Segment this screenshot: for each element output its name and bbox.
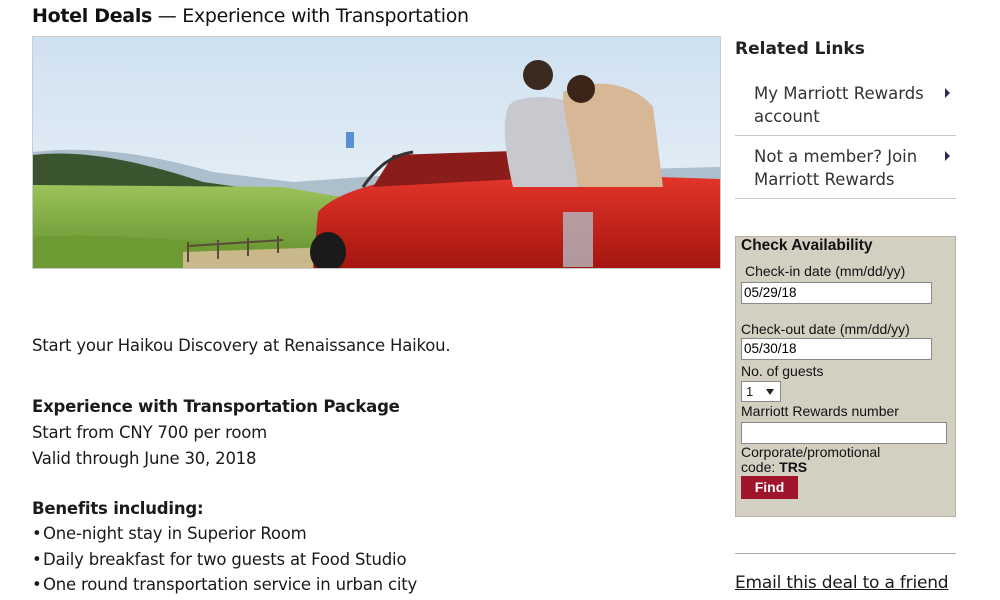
checkin-label: Check-in date (mm/dd/yy)	[745, 263, 906, 279]
page-title-rest: — Experience with Transportation	[152, 5, 469, 27]
page-title: Hotel Deals — Experience with Transporta…	[32, 5, 469, 27]
promo-label: Corporate/promotional	[741, 444, 881, 460]
checkout-date-field[interactable]: 05/30/18	[741, 338, 932, 360]
related-links-title: Related Links	[735, 39, 865, 59]
sidebar-divider	[735, 553, 956, 554]
email-deal-link[interactable]: Email this deal to a friend	[735, 573, 949, 593]
promo-code: TRS	[779, 459, 808, 475]
benefit-item: • One round transportation service in ur…	[32, 575, 418, 594]
related-link-label[interactable]: Not a member? Join Marriott Rewards	[735, 145, 956, 191]
benefits-title: Benefits including:	[32, 499, 204, 518]
guests-label: No. of guests	[741, 363, 824, 379]
benefit-text: One round transportation service in urba…	[42, 575, 418, 594]
price-line: Start from CNY 700 per room	[32, 423, 268, 442]
related-link-join-rewards[interactable]: Not a member? Join Marriott Rewards	[735, 145, 956, 199]
benefit-text: Daily breakfast for two guests at Food S…	[42, 550, 407, 569]
chevron-down-icon	[766, 389, 774, 395]
related-link-rewards-account[interactable]: My Marriott Rewards account	[735, 82, 956, 136]
hero-image	[32, 36, 721, 269]
benefit-text: One-night stay in Superior Room	[42, 524, 307, 543]
checkin-date-field[interactable]: 05/29/18	[741, 282, 932, 304]
page-title-bold: Hotel Deals	[32, 5, 153, 27]
caret-right-icon	[945, 151, 950, 161]
benefit-item: • Daily breakfast for two guests at Food…	[32, 550, 407, 569]
promo-code-prefix: code:	[741, 459, 780, 475]
promo-code-line: code: TRS	[741, 460, 807, 475]
find-button[interactable]: Find	[741, 476, 798, 499]
rewards-number-field[interactable]	[741, 422, 947, 444]
guests-select[interactable]: 1	[741, 381, 781, 402]
intro-text: Start your Haikou Discovery at Renaissan…	[32, 336, 451, 355]
package-title: Experience with Transportation Package	[32, 397, 400, 416]
checkout-label: Check-out date (mm/dd/yy)	[741, 321, 910, 337]
related-link-label[interactable]: My Marriott Rewards account	[735, 82, 956, 128]
rewards-number-label: Marriott Rewards number	[741, 403, 899, 419]
check-availability-panel: Check Availability Check-in date (mm/dd/…	[735, 236, 956, 517]
benefit-item: • One-night stay in Superior Room	[32, 524, 307, 543]
valid-line: Valid through June 30, 2018	[32, 449, 257, 468]
caret-right-icon	[945, 88, 950, 98]
guests-value: 1	[746, 384, 754, 399]
check-availability-title: Check Availability	[741, 237, 873, 254]
